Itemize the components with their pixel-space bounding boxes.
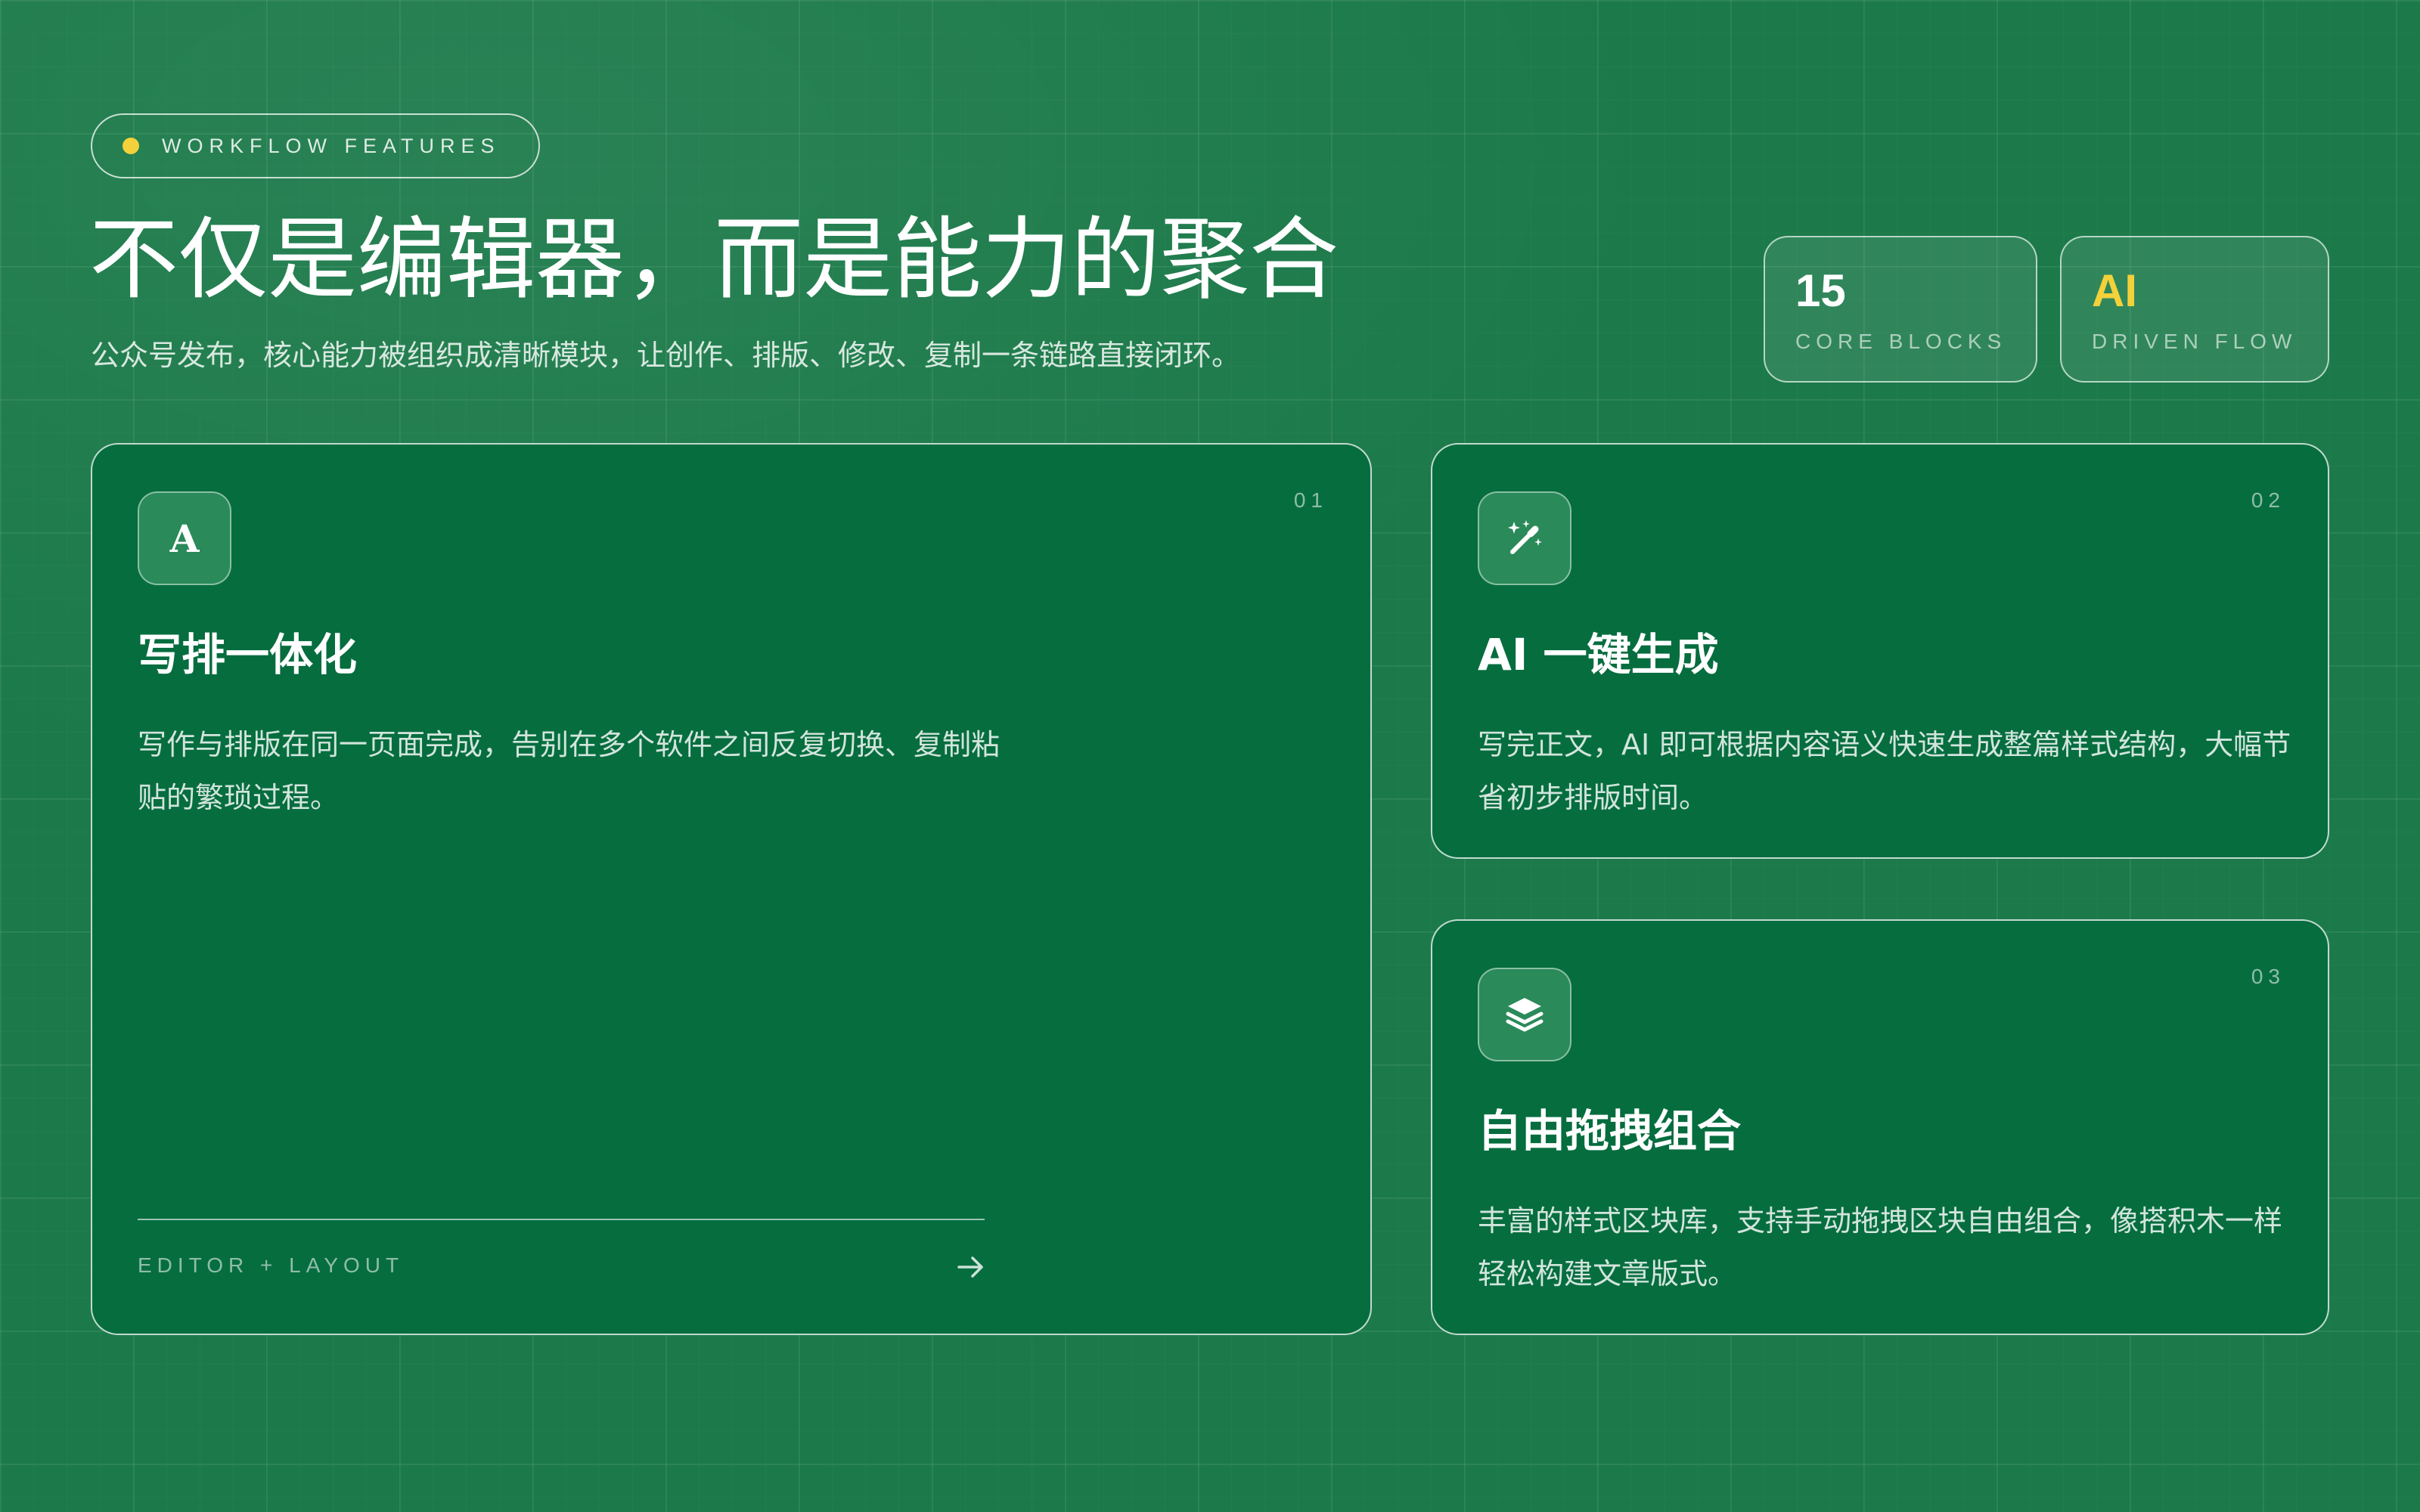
magic-wand-icon (1478, 491, 1571, 585)
card-number: 01 (1293, 488, 1328, 512)
layers-icon (1478, 968, 1571, 1061)
magic-wand-glyph (1508, 520, 1542, 554)
eyebrow-label: WORKFLOW FEATURES (162, 134, 501, 157)
card-footer-label: EDITOR + LAYOUT (138, 1253, 405, 1277)
card-number: 03 (2251, 965, 2285, 988)
stat-value: AI (2092, 265, 2137, 316)
stat-core-blocks: 15 CORE BLOCKS (1764, 236, 2037, 383)
stat-label: DRIVEN FLOW (2092, 330, 2297, 353)
page-title: 不仅是编辑器，而是能力的聚合 (89, 207, 1339, 311)
card-title: AI 一键生成 (1478, 629, 1719, 680)
card-description: 写完正文，AI 即可根据内容语义快速生成整篇样式结构，大幅节省初步排版时间。 (1478, 728, 2291, 814)
stat-value: 15 (1795, 265, 1846, 316)
page-subtitle: 公众号发布，核心能力被组织成清晰模块，让创作、排版、修改、复制一条链路直接闭环。 (91, 339, 1241, 372)
feature-card-write-layout[interactable]: 01 A 写排一体化 写作与排版在同一页面完成，告别在多个软件之间反复切换、复制… (91, 443, 1372, 1335)
stat-label: CORE BLOCKS (1795, 330, 2007, 353)
feature-card-drag-combine[interactable]: 03 自由拖拽组合 丰富的样式区块库，支持手动拖拽区块自由组合，像搭积木一样轻松… (1431, 919, 2329, 1335)
card-description: 丰富的样式区块库，支持手动拖拽区块自由组合，像搭积木一样轻松构建文章版式。 (1478, 1204, 2283, 1290)
section-eyebrow-pill: WORKFLOW FEATURES (91, 113, 540, 178)
card-number: 02 (2251, 488, 2285, 512)
status-dot (123, 138, 139, 154)
icon-glyph: A (169, 516, 200, 561)
card-description: 写作与排版在同一页面完成，告别在多个软件之间反复切换、复制粘贴的繁琐过程。 (138, 728, 1001, 814)
card-divider (138, 1219, 985, 1220)
typography-icon: A (138, 491, 231, 585)
layers-glyph (1506, 998, 1544, 1032)
arrow-right-icon[interactable] (956, 1255, 986, 1279)
feature-card-ai-generate[interactable]: 02 AI 一键生成 写完正文，AI 即可根据内容语义快速生成整篇样式结构，大幅… (1431, 443, 2329, 859)
card-title: 写排一体化 (138, 629, 358, 680)
stat-driven-flow: AI DRIVEN FLOW (2060, 236, 2329, 383)
card-title: 自由拖拽组合 (1478, 1105, 1742, 1157)
